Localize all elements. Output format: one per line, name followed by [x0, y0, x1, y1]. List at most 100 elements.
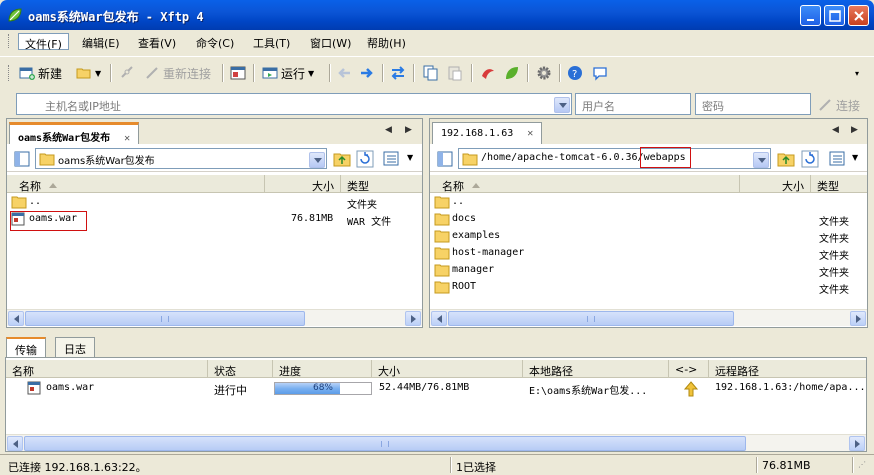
- reconnect-label: 重新连接: [163, 66, 212, 81]
- column-direction[interactable]: <->: [669, 360, 709, 378]
- local-path-dropdown[interactable]: [309, 152, 325, 168]
- panel-toggle-icon[interactable]: [436, 150, 454, 168]
- xftp-button[interactable]: [504, 63, 520, 83]
- scroll-right-button[interactable]: [850, 311, 866, 326]
- scroll-thumb[interactable]: [25, 311, 305, 326]
- reconnect-button[interactable]: 重新连接: [144, 63, 211, 83]
- menu-tools[interactable]: 工具(T): [247, 33, 296, 50]
- remote-hscroll[interactable]: [430, 309, 867, 326]
- view-mode-dropdown[interactable]: ▼: [852, 153, 858, 162]
- scroll-left-button[interactable]: [7, 436, 23, 451]
- gear-icon: [537, 66, 551, 80]
- column-name[interactable]: 名称: [6, 360, 208, 378]
- folder-icon: [434, 247, 450, 260]
- refresh-icon[interactable]: [801, 150, 819, 168]
- folder-icon: [434, 264, 450, 277]
- password-input[interactable]: 密码: [695, 93, 811, 115]
- transfer-row[interactable]: oams.war 进行中 68% 52.44MB/76.81MB E:\oams…: [6, 380, 866, 397]
- tab-remote-session[interactable]: 192.168.1.63 ✕: [432, 122, 543, 144]
- copy-button[interactable]: [423, 63, 439, 83]
- close-button[interactable]: [848, 5, 869, 26]
- host-input[interactable]: 主机名或IP地址: [16, 93, 572, 115]
- scroll-right-button[interactable]: [849, 436, 865, 451]
- username-input[interactable]: 用户名: [575, 93, 691, 115]
- list-item[interactable]: ROOT 文件夹: [430, 279, 867, 296]
- parent-folder-icon[interactable]: [777, 150, 795, 168]
- tab-log[interactable]: 日志: [55, 337, 95, 357]
- view-mode-dropdown[interactable]: ▼: [407, 153, 413, 162]
- tab-prev-icon[interactable]: ◀: [385, 125, 392, 135]
- scroll-thumb[interactable]: [448, 311, 734, 326]
- column-name[interactable]: 名称: [430, 175, 740, 193]
- xshell-button[interactable]: [480, 63, 496, 83]
- column-local-path[interactable]: 本地路径: [523, 360, 669, 378]
- column-size[interactable]: 大小: [372, 360, 523, 378]
- list-item[interactable]: .. 文件夹: [7, 194, 422, 211]
- view-mode-icon[interactable]: [829, 150, 847, 168]
- connect-button[interactable]: 连接: [817, 95, 860, 115]
- column-name[interactable]: 名称: [7, 175, 265, 193]
- menu-file[interactable]: 文件(F): [18, 33, 69, 51]
- list-item[interactable]: manager 文件夹: [430, 262, 867, 279]
- scroll-left-button[interactable]: [8, 311, 24, 326]
- close-tab-icon[interactable]: ✕: [527, 128, 533, 139]
- minimize-button[interactable]: [800, 5, 821, 26]
- close-tab-icon[interactable]: ✕: [124, 133, 130, 144]
- list-item[interactable]: examples 文件夹: [430, 228, 867, 245]
- tab-next-icon[interactable]: ▶: [851, 125, 858, 135]
- new-session-button[interactable]: 新建: [19, 63, 62, 83]
- panel-toggle-icon[interactable]: [13, 150, 31, 168]
- run-button[interactable]: 运行 ▼: [262, 63, 314, 83]
- scroll-right-button[interactable]: [405, 311, 421, 326]
- paste-button[interactable]: [447, 63, 463, 83]
- list-item[interactable]: host-manager 文件夹: [430, 245, 867, 262]
- remote-path-combo[interactable]: /home/apache-tomcat-6.0.36/webapps: [458, 148, 771, 169]
- remote-path-dropdown[interactable]: [753, 152, 769, 168]
- scroll-thumb[interactable]: [24, 436, 746, 451]
- maximize-icon: [829, 10, 841, 22]
- column-remote-path[interactable]: 远程路径: [709, 360, 868, 378]
- help-button[interactable]: ?: [567, 63, 583, 83]
- column-type[interactable]: 类型: [341, 175, 424, 193]
- resize-grip-icon[interactable]: ⋰: [858, 460, 866, 469]
- local-path-combo[interactable]: oams系统War包发布: [35, 148, 327, 169]
- local-hscroll[interactable]: [7, 309, 422, 326]
- view-mode-icon[interactable]: [383, 150, 401, 168]
- folder-icon: [434, 196, 450, 209]
- host-dropdown-button[interactable]: [554, 97, 570, 113]
- column-status[interactable]: 状态: [208, 360, 273, 378]
- menu-view[interactable]: 查看(V): [132, 33, 182, 50]
- column-size[interactable]: 大小: [740, 175, 811, 193]
- scroll-left-button[interactable]: [431, 311, 447, 326]
- menu-edit[interactable]: 编辑(E): [76, 33, 126, 50]
- column-progress[interactable]: 进度: [273, 360, 372, 378]
- forward-button[interactable]: [359, 63, 375, 83]
- parent-folder-icon[interactable]: [333, 150, 351, 168]
- sync-button[interactable]: [390, 63, 406, 83]
- maximize-button[interactable]: [824, 5, 845, 26]
- status-connection: 已连接 192.168.1.63:22。: [8, 461, 147, 474]
- transfer-hscroll[interactable]: [6, 434, 866, 451]
- list-item[interactable]: ..: [430, 194, 867, 211]
- menu-window[interactable]: 窗口(W): [304, 33, 357, 50]
- properties-button[interactable]: [230, 63, 246, 83]
- open-folder-button[interactable]: ▼: [76, 63, 101, 83]
- menu-help[interactable]: 帮助(H): [361, 33, 412, 50]
- feedback-button[interactable]: [592, 63, 608, 83]
- tab-transfers[interactable]: 传输: [6, 337, 46, 358]
- refresh-icon[interactable]: [356, 150, 374, 168]
- column-size[interactable]: 大小: [265, 175, 341, 193]
- menu-command[interactable]: 命令(C): [190, 33, 240, 50]
- tab-label: oams系统War包发布: [18, 133, 111, 144]
- tab-next-icon[interactable]: ▶: [405, 125, 412, 135]
- list-item[interactable]: docs 文件夹: [430, 211, 867, 228]
- tab-local-session[interactable]: oams系统War包发布 ✕: [9, 122, 140, 144]
- transfer-list-header: 名称 状态 进度 大小 本地路径 <-> 远程路径: [6, 360, 866, 378]
- tab-prev-icon[interactable]: ◀: [832, 125, 839, 135]
- back-button[interactable]: [336, 63, 352, 83]
- toolbar-overflow-button[interactable]: ▾: [855, 63, 859, 83]
- disconnect-button[interactable]: [119, 63, 135, 83]
- options-button[interactable]: [536, 63, 552, 83]
- status-selection: 1已选择: [456, 461, 496, 474]
- column-type[interactable]: 类型: [811, 175, 869, 193]
